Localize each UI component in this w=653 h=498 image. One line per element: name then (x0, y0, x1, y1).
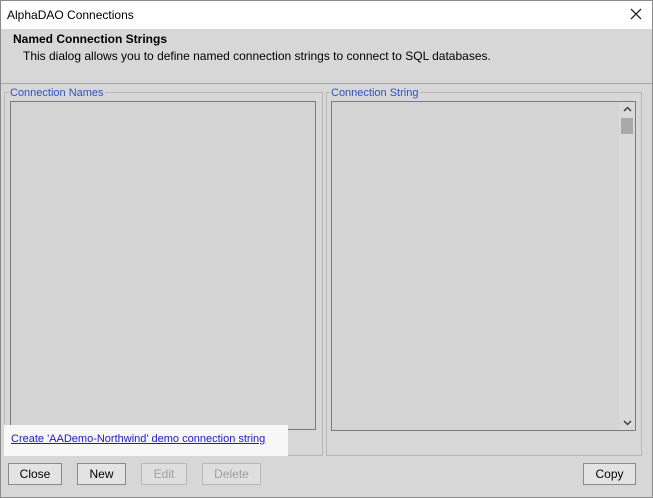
dialog-header: Named Connection Strings This dialog all… (1, 29, 652, 84)
delete-button[interactable]: Delete (202, 463, 261, 485)
connection-names-list[interactable] (10, 101, 316, 430)
create-demo-connection-link[interactable]: Create 'AADemo-Northwind' demo connectio… (11, 433, 265, 445)
chevron-up-icon[interactable] (619, 102, 635, 116)
close-button[interactable]: Close (8, 463, 62, 485)
scrollbar-thumb[interactable] (621, 118, 633, 134)
connection-string-scrollbar[interactable] (619, 102, 635, 430)
copy-button[interactable]: Copy (583, 463, 636, 485)
window-title: AlphaDAO Connections (7, 8, 134, 22)
close-icon[interactable] (626, 4, 646, 24)
title-bar: AlphaDAO Connections (1, 1, 652, 29)
header-title: Named Connection Strings (13, 32, 168, 46)
connection-string-textarea[interactable] (331, 101, 636, 431)
chevron-down-icon[interactable] (619, 416, 635, 430)
header-description: This dialog allows you to define named c… (23, 49, 491, 63)
connection-names-label: Connection Names (9, 87, 105, 99)
dialog-window: AlphaDAO Connections Named Connection St… (0, 0, 653, 498)
demo-link-area: Create 'AADemo-Northwind' demo connectio… (4, 425, 288, 456)
connection-string-label: Connection String (330, 87, 420, 99)
edit-button[interactable]: Edit (141, 463, 187, 485)
new-button[interactable]: New (77, 463, 126, 485)
